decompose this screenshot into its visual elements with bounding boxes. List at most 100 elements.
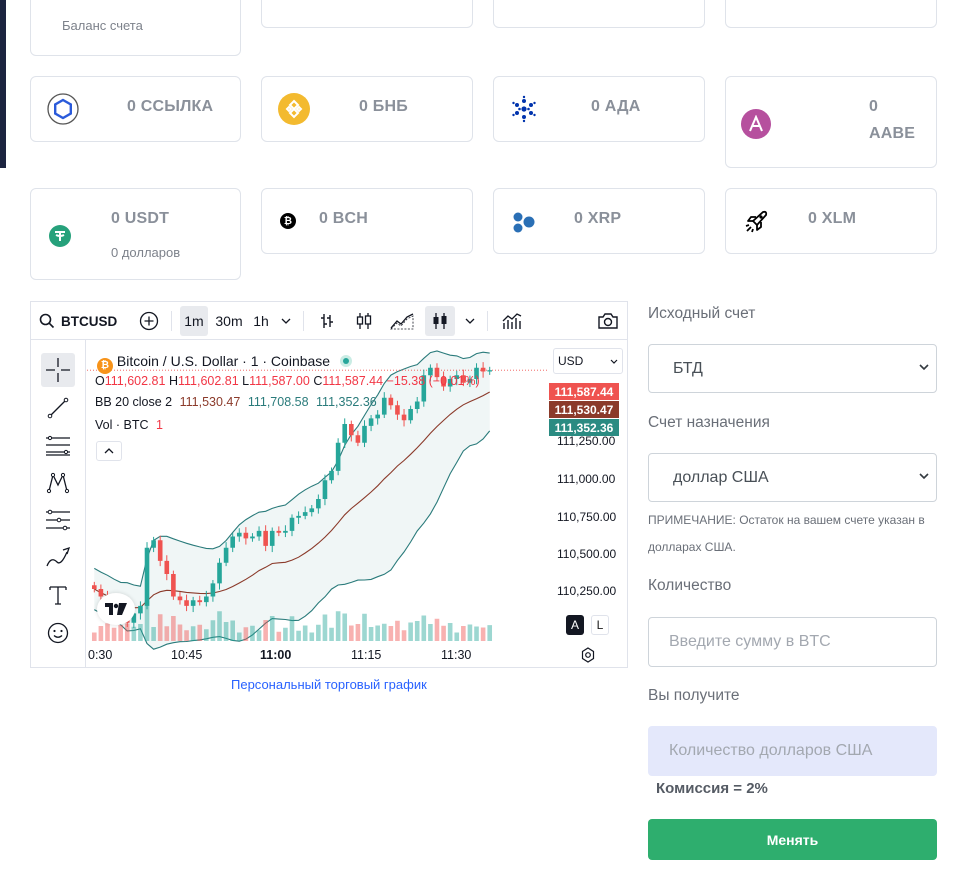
exchange-submit-button[interactable]: Менять — [648, 819, 937, 860]
interval-dropdown[interactable] — [277, 306, 295, 336]
balance-card: Баланс счета — [30, 0, 241, 56]
y-tick-label: 110,750.00 — [557, 510, 617, 524]
candle-body — [98, 589, 104, 597]
toolbar-separator — [303, 311, 304, 331]
chevron-down-icon — [610, 359, 618, 364]
screenshot-button[interactable] — [595, 308, 621, 334]
plus-circle-icon — [139, 311, 159, 331]
log-scale-label: L — [596, 618, 604, 632]
candle-body — [190, 600, 196, 606]
tradingview-logo[interactable] — [97, 593, 135, 625]
chart-type-dropdown[interactable] — [461, 306, 479, 336]
bar-chart-type-button[interactable] — [315, 308, 339, 334]
volume-bar — [144, 601, 150, 641]
toolbar-separator — [487, 311, 488, 331]
target-account-value: доллар США — [673, 468, 769, 486]
wallet-card-partial — [493, 0, 705, 28]
bnb-icon — [278, 93, 310, 125]
area-icon — [390, 313, 414, 330]
volume-bar — [230, 620, 235, 641]
symbol-label: BTCUSD — [61, 313, 118, 329]
candle-body — [236, 532, 242, 537]
sliders-icon — [46, 509, 70, 531]
amount-input[interactable]: Введите сумму в BTC — [648, 617, 937, 667]
price-chart[interactable] — [87, 341, 627, 667]
text-tool[interactable] — [41, 578, 75, 612]
candle-body — [414, 401, 420, 409]
bitcoin-cash-icon: ₿ — [280, 213, 296, 229]
crosshair-tool[interactable] — [41, 353, 75, 387]
compare-add-button[interactable] — [138, 310, 160, 332]
target-account-select[interactable]: доллар США — [648, 453, 937, 502]
area-chart-type-button[interactable] — [388, 308, 416, 334]
bb-basis-price-tag: 111,530.47 — [549, 401, 619, 418]
ohlc-close: 111,587.44 — [322, 374, 384, 388]
interval-1h[interactable]: 1h — [249, 306, 273, 336]
volume-bar — [217, 611, 222, 641]
wallet-amount: 0 АДА — [591, 98, 641, 115]
tradingview-logo-icon — [105, 603, 127, 615]
search-icon — [39, 313, 55, 329]
candle-body — [204, 596, 209, 603]
volume-bar — [329, 627, 334, 641]
brush-tool[interactable] — [41, 541, 75, 575]
interval-30m[interactable]: 30m — [213, 306, 245, 336]
receive-label: Вы получите — [648, 687, 740, 704]
bb-upper: 111,708.58 — [247, 395, 309, 409]
xrp-icon — [509, 208, 537, 236]
candle-body — [210, 583, 216, 597]
x-tick-label: 11:15 — [351, 648, 382, 662]
vol-value: 1 — [155, 418, 163, 432]
candle-body — [296, 515, 301, 518]
currency-select[interactable]: USD — [553, 348, 623, 374]
volume-bar — [447, 623, 453, 641]
bitcoin-icon: ₿ — [97, 358, 113, 374]
source-account-value: БТД — [673, 359, 703, 377]
interval-1m[interactable]: 1m — [180, 306, 208, 336]
volume-bar — [480, 627, 486, 641]
candles-chart-type-button[interactable] — [352, 308, 376, 334]
chart-title: Bitcoin / U.S. Dollar · 1 · Coinbase — [116, 353, 331, 369]
auto-scale-button[interactable]: A — [566, 615, 584, 635]
hollow-candles-button[interactable] — [425, 306, 455, 336]
volume-bar — [210, 620, 216, 641]
emoji-tool[interactable] — [41, 616, 75, 650]
source-account-select[interactable]: БТД — [648, 344, 937, 393]
candle-body — [217, 562, 222, 584]
candle-body — [283, 530, 288, 533]
volume-bar — [243, 627, 249, 641]
x-tick-label: 11:30 — [441, 648, 472, 662]
candle-body — [329, 470, 334, 481]
pattern-tool[interactable] — [41, 466, 75, 500]
volume-bar — [250, 625, 255, 641]
chevron-down-icon — [919, 364, 929, 371]
commission-text: Комиссия = 2% — [656, 780, 768, 797]
legend-collapse-button[interactable] — [96, 441, 122, 461]
chart-settings-button[interactable] — [579, 646, 597, 664]
log-scale-button[interactable]: L — [591, 615, 609, 635]
wallet-card-bch: ₿ 0 BCH — [261, 188, 473, 254]
bars-icon — [321, 314, 333, 328]
wallet-card-partial — [261, 0, 473, 28]
trading-chart-widget[interactable]: BTCUSD 1m 30m 1h ₿ Bitcoin / U.S. Dollar… — [30, 301, 628, 668]
trend-line-tool[interactable] — [41, 391, 75, 425]
cardano-icon — [510, 95, 538, 123]
vol-label: Vol · BTC — [95, 418, 149, 432]
chart-legend-title: ₿ Bitcoin / U.S. Dollar · 1 · Coinbase — [97, 353, 352, 374]
wallet-amount: 0 USDT — [111, 210, 170, 227]
candles-filled-icon — [433, 313, 447, 329]
symbol-search-button[interactable]: BTCUSD — [39, 308, 117, 334]
fib-tool[interactable] — [41, 428, 75, 462]
volume-bar — [289, 616, 295, 641]
y-tick-label: 110,250.00 — [557, 584, 617, 598]
candle-body — [164, 560, 170, 574]
prediction-tool[interactable] — [41, 503, 75, 537]
volume-bar — [157, 614, 163, 641]
wallet-amount: 0 ССЫЛКА — [127, 98, 214, 115]
volume-bar — [355, 624, 361, 641]
chart-caption-link[interactable]: Персональный торговый график — [231, 677, 427, 692]
volume-bar — [197, 624, 203, 641]
indicators-button[interactable] — [499, 308, 525, 334]
candle-body — [144, 547, 150, 606]
candle-body — [151, 540, 156, 548]
